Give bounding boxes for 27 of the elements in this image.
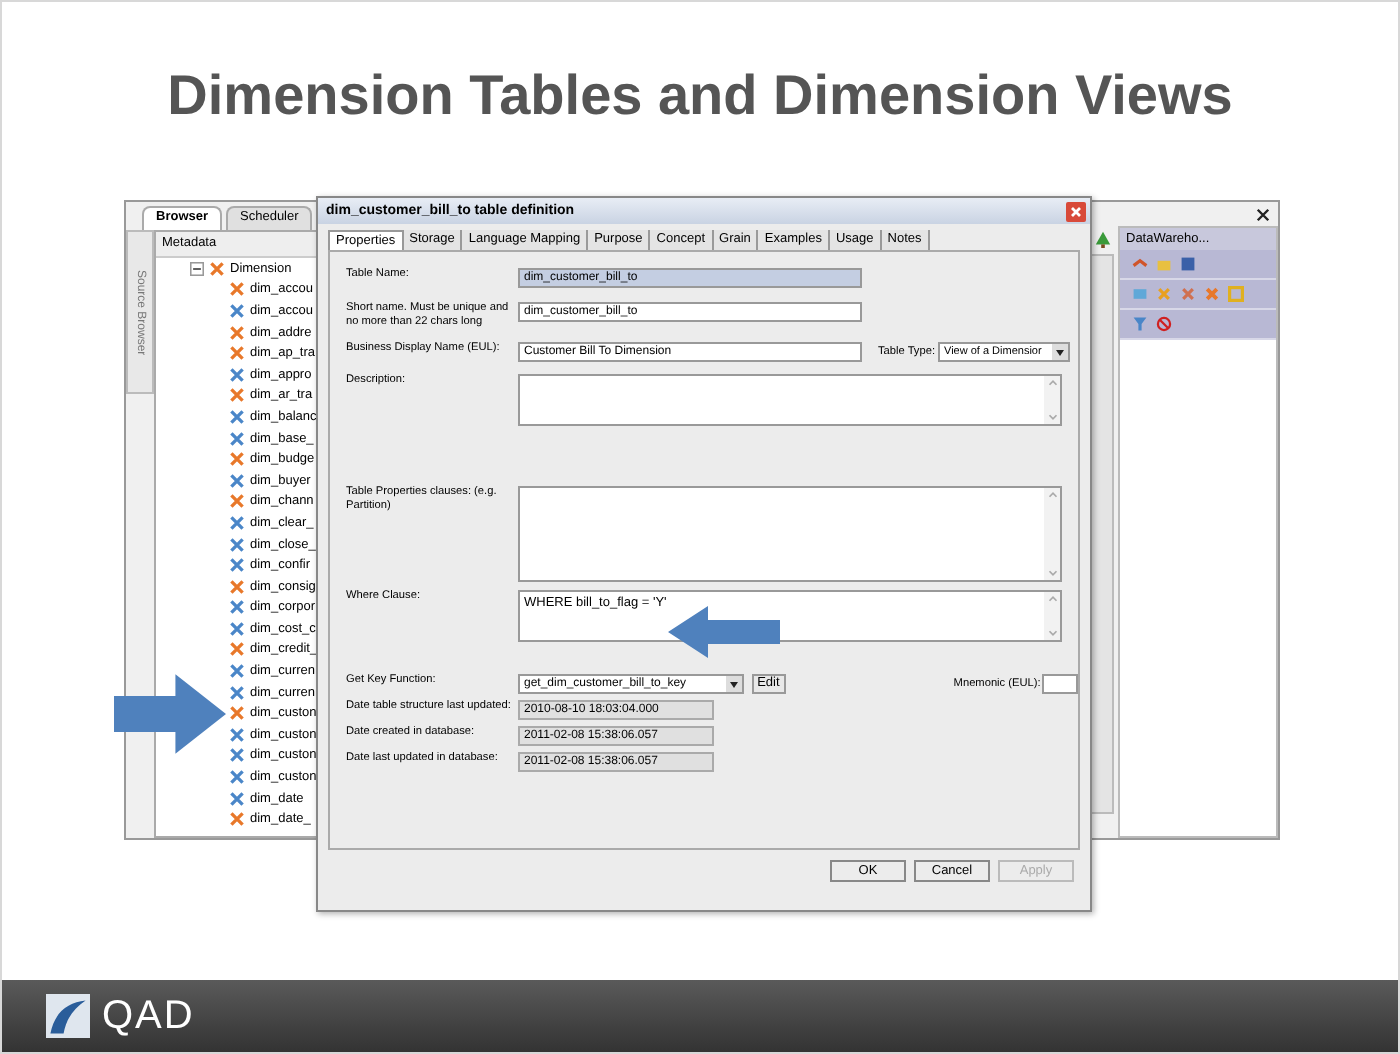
cross-icon — [210, 261, 224, 276]
scroll-up-icon[interactable] — [1045, 488, 1059, 502]
caret-icon[interactable] — [725, 676, 742, 692]
close-button[interactable] — [1066, 201, 1086, 221]
collapse-icon[interactable] — [190, 261, 204, 276]
cross-icon[interactable] — [1204, 286, 1220, 302]
close-icon[interactable] — [1256, 208, 1270, 222]
scroll-down-icon[interactable] — [1045, 410, 1059, 424]
cross-icon[interactable] — [1180, 286, 1196, 302]
text-area[interactable] — [518, 374, 1062, 426]
scroll-down-icon[interactable] — [1045, 566, 1059, 580]
text-area[interactable] — [518, 486, 1062, 582]
callout-arrow — [114, 674, 226, 754]
scroll-up-icon[interactable] — [1045, 376, 1059, 390]
logo-icon — [46, 994, 90, 1038]
scrollbar[interactable] — [1090, 254, 1114, 814]
logo-text: QAD — [102, 993, 195, 1039]
input-field[interactable] — [1042, 674, 1078, 694]
cross-icon[interactable] — [1156, 286, 1172, 302]
caret-icon[interactable] — [1052, 344, 1068, 360]
scroll-up-icon[interactable] — [1045, 592, 1059, 606]
funnel-icon[interactable] — [1132, 316, 1148, 332]
tree-icon[interactable] — [1093, 230, 1111, 248]
slide-title: Dimension Tables and Dimension Views — [167, 63, 1233, 129]
callout-arrow — [668, 606, 780, 658]
no-entry-icon[interactable] — [1156, 316, 1172, 332]
scroll-down-icon[interactable] — [1045, 626, 1059, 640]
